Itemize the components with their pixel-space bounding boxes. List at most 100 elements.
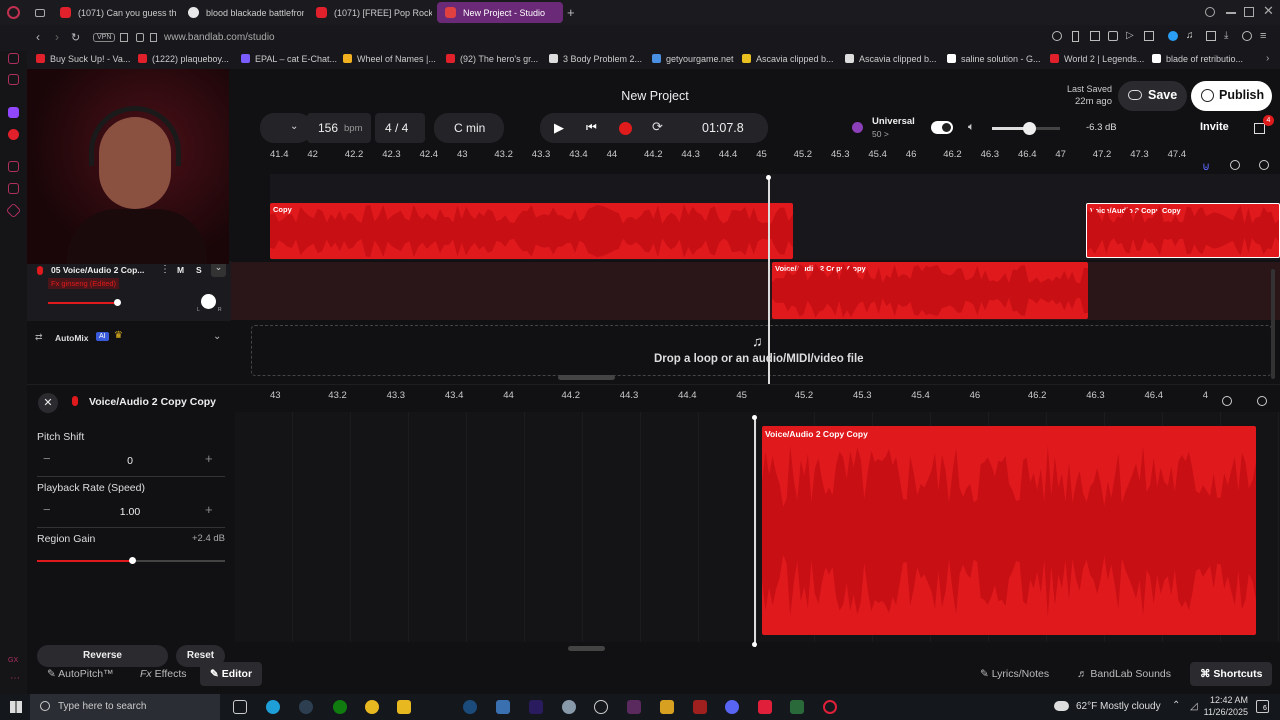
universal-selector[interactable]: Universal 50 > (842, 113, 959, 143)
pan-knob[interactable] (201, 294, 216, 309)
editor-audio-clip[interactable]: Voice/Audio 2 Copy Copy (762, 426, 1256, 635)
bookmarks-more-icon[interactable]: › (1266, 53, 1269, 64)
track-options-icon[interactable]: ⋮ (160, 264, 170, 275)
pitch-decrement-button[interactable]: − (43, 451, 51, 466)
invite-button[interactable]: Invite (1200, 121, 1229, 133)
tab-bandlab-sounds[interactable]: ♬ BandLab Sounds (1067, 662, 1181, 686)
download-ext-icon[interactable] (1144, 31, 1154, 41)
maximize-button[interactable] (1244, 7, 1254, 17)
close-window-button[interactable]: ✕ (1263, 3, 1274, 19)
task-view-icon[interactable] (233, 700, 247, 714)
region-gain-slider[interactable] (37, 557, 225, 564)
solo-button[interactable]: S (196, 265, 202, 275)
bookmark-item[interactable]: blade of retributio... (1152, 54, 1243, 64)
clock-date[interactable]: 11/26/2025 (1200, 707, 1248, 717)
tab-lyrics[interactable]: ✎ Lyrics/Notes (970, 662, 1059, 686)
app-icon[interactable] (627, 700, 641, 714)
heart-side-icon[interactable] (8, 161, 19, 172)
rate-decrement-button[interactable]: − (43, 502, 51, 517)
snap-magnet-icon[interactable]: ⊍ (1202, 160, 1210, 173)
settings-ext-icon[interactable] (1242, 31, 1252, 41)
url-field[interactable]: www.bandlab.com/studio (164, 32, 275, 43)
bookmark-item[interactable]: Ascavia clipped b... (845, 54, 937, 64)
new-tab-button[interactable]: + (567, 5, 575, 20)
app-icon[interactable] (790, 700, 804, 714)
xbox-icon[interactable] (333, 700, 347, 714)
bpm-display[interactable]: 156 bpm (307, 113, 371, 143)
edge-icon[interactable] (266, 700, 280, 714)
shield-ext-icon[interactable] (1108, 31, 1118, 41)
opera-logo-icon[interactable] (7, 6, 20, 19)
editor-scrollbar[interactable] (568, 646, 605, 651)
editor-playhead[interactable] (754, 417, 756, 647)
forward-icon[interactable]: › (55, 30, 59, 44)
record-button[interactable] (619, 122, 632, 135)
reload-icon[interactable]: ↻ (71, 31, 80, 44)
time-signature[interactable]: 4 / 4 (375, 113, 425, 143)
master-volume-slider[interactable] (992, 122, 1060, 135)
zoom-out-icon[interactable] (1230, 160, 1240, 170)
search-tabs-icon[interactable] (1205, 7, 1215, 17)
heart-ext-icon[interactable] (1090, 31, 1100, 41)
after-effects-icon[interactable] (529, 700, 543, 714)
bookmark-item[interactable]: getyourgame.net (652, 54, 734, 64)
menu-icon[interactable]: ≡ (1260, 30, 1266, 42)
discord-icon[interactable] (725, 700, 739, 714)
messenger-icon[interactable] (8, 53, 19, 64)
file-explorer-icon[interactable] (397, 700, 411, 714)
horizontal-scrollbar[interactable] (558, 375, 615, 380)
back-icon[interactable]: ‹ (36, 30, 40, 44)
bookmark-item[interactable]: 3 Body Problem 2... (549, 54, 642, 64)
rate-value[interactable]: 1.00 (114, 506, 146, 518)
network-icon[interactable]: ◿ (1190, 701, 1198, 712)
rate-increment-button[interactable]: + (205, 502, 213, 517)
more-side-icon[interactable]: ⋯ (10, 673, 20, 684)
easy-setup-icon[interactable] (120, 33, 128, 42)
instagram-icon[interactable] (8, 74, 19, 85)
bookmark-item[interactable]: (92) The hero's gr... (446, 54, 538, 64)
publish-button[interactable]: Publish (1191, 81, 1272, 111)
bookmark-item[interactable]: Wheel of Names |... (343, 54, 436, 64)
minimize-button[interactable] (1226, 12, 1236, 14)
timeline-ruler-editor[interactable]: 43 43.2 43.3 43.4 44 44.2 44.3 44.4 45 45.2 45.3 45… (270, 390, 1230, 406)
chevron-down-icon[interactable]: ⌄ (213, 331, 221, 342)
close-editor-button[interactable]: ✕ (38, 393, 58, 413)
editor-zoom-in-icon[interactable] (1257, 396, 1267, 406)
history-side-icon[interactable] (8, 183, 19, 194)
puzzle-ext-icon[interactable] (1206, 31, 1216, 41)
cube-side-icon[interactable] (5, 202, 22, 219)
downloads-icon[interactable]: ⤓ (1224, 30, 1228, 41)
loop-button[interactable]: ⟳ (652, 119, 663, 135)
audio-clip[interactable]: Voice/Audio 2 Copy Copy (1086, 203, 1280, 258)
bookmark-icon[interactable] (150, 33, 157, 42)
bookmark-item[interactable]: World 2 | Legends... (1050, 54, 1144, 64)
bookmark-item[interactable]: Buy Suck Up! - Va... (36, 54, 130, 64)
tool-selector[interactable]: ⌄ (260, 113, 312, 143)
bookmark-item[interactable]: Ascavia clipped b... (742, 54, 834, 64)
expand-track-icon[interactable]: ⌄ (211, 262, 226, 277)
steam-icon[interactable] (463, 700, 477, 714)
tab-autopitch[interactable]: ✎ AutoPitch™ (37, 662, 124, 686)
track-volume-slider[interactable] (48, 299, 121, 306)
automix-row[interactable]: ⇄ AutoMix AI ♛ ⌄ (27, 323, 231, 353)
app-icon[interactable] (562, 700, 576, 714)
globe-ext-icon[interactable] (1168, 31, 1178, 41)
gift-icon[interactable] (1254, 123, 1265, 134)
key-selector[interactable]: C min (434, 113, 504, 143)
tiktok-icon[interactable] (758, 700, 772, 714)
app-icon[interactable] (693, 700, 707, 714)
tab-editor[interactable]: ✎ Editor (200, 662, 263, 686)
skip-back-button[interactable]: ⏮ (586, 120, 597, 135)
track-header-5[interactable]: 05 Voice/Audio 2 Cop... ⋮ M S ⌄ Fx ginse… (27, 261, 231, 321)
fx-chain-badge[interactable]: Fx ginseng (Edited) (48, 278, 120, 289)
speaker-icon[interactable]: 🔈︎ (968, 121, 975, 134)
settings-icon[interactable] (594, 700, 608, 714)
play-button[interactable]: ▶ (554, 120, 564, 136)
project-title[interactable]: New Project (597, 89, 713, 103)
browser-tab-2[interactable]: blood blackade battlefron (180, 2, 304, 23)
audio-clip[interactable]: Voice/Audio 2 Copy Copy (772, 262, 1088, 319)
twitch-icon[interactable] (8, 107, 19, 118)
windows-start-icon[interactable] (10, 701, 22, 713)
system-tray-chevron[interactable]: ⌃ (1172, 700, 1180, 711)
volume-knob[interactable] (1023, 122, 1037, 135)
